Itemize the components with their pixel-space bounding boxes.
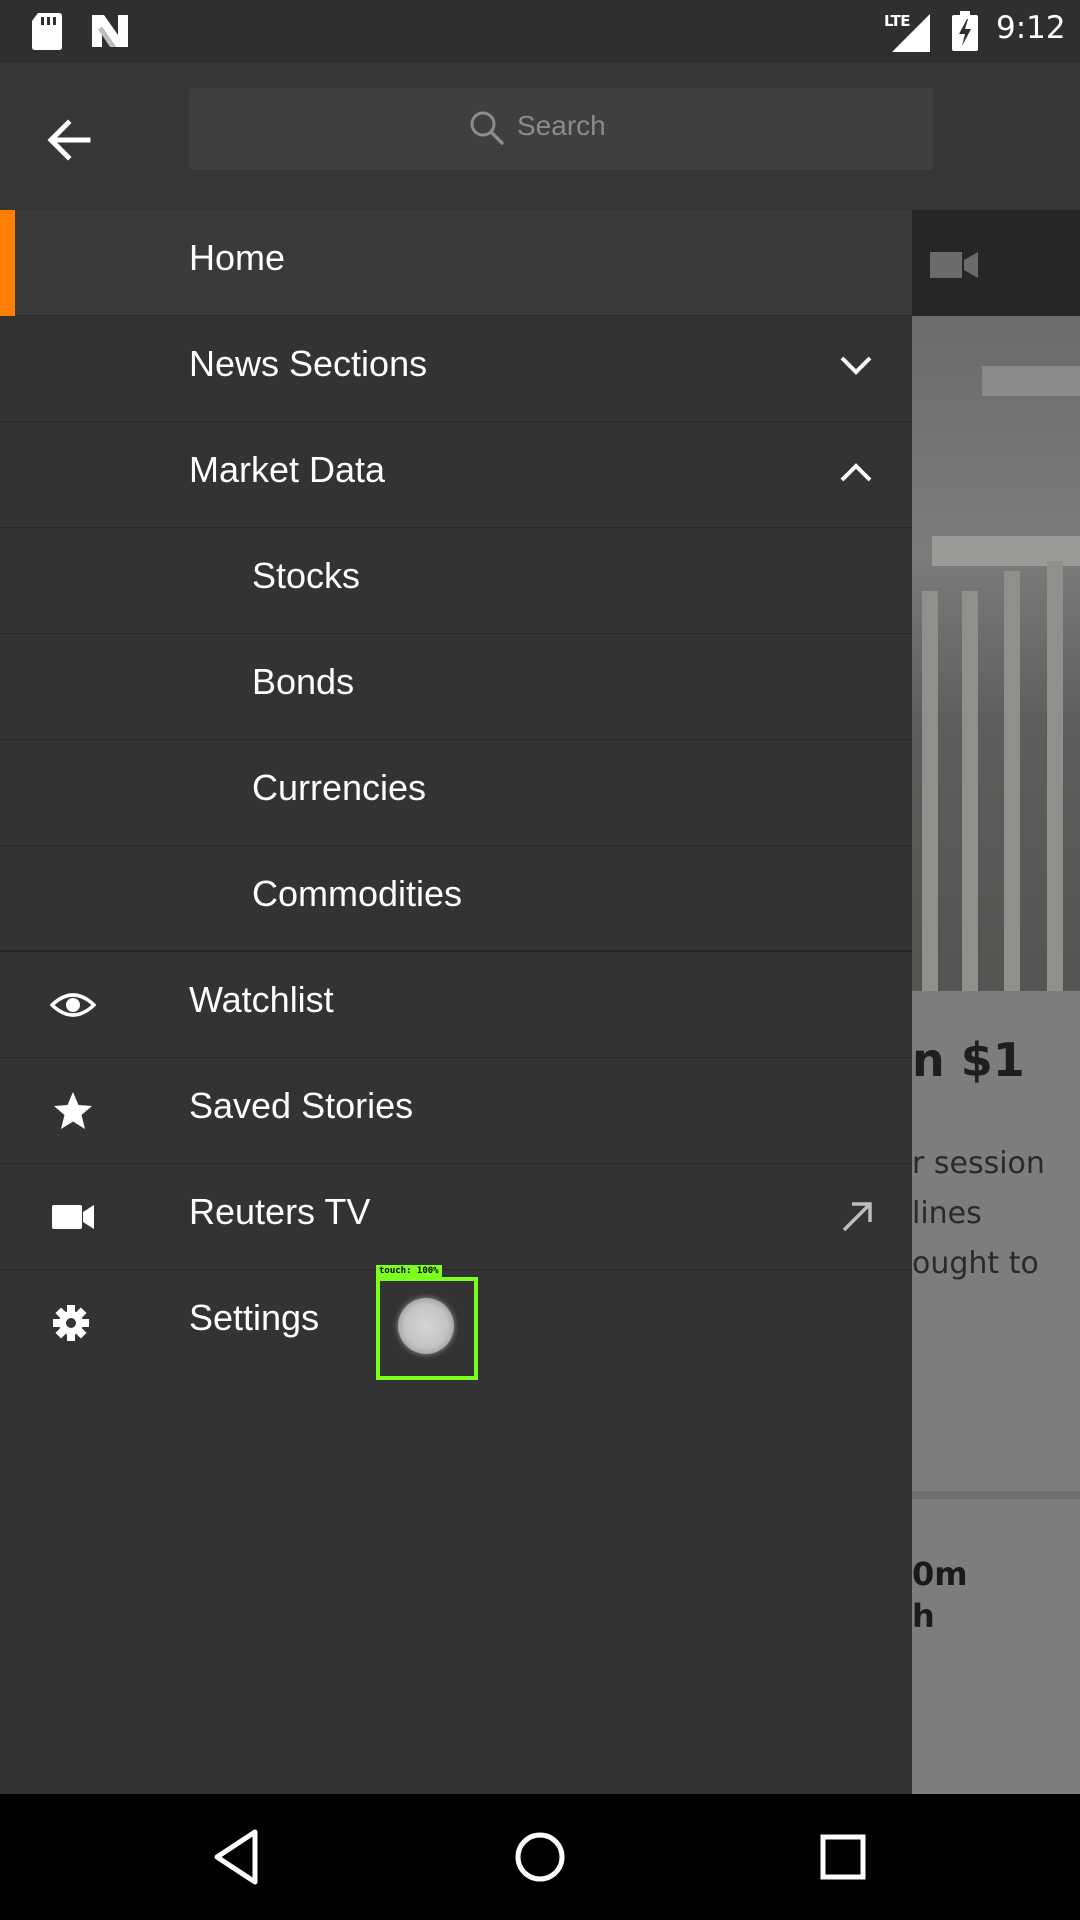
drawer-subitem-bonds[interactable]: Bonds (0, 634, 912, 740)
drawer-subitem-commodities[interactable]: Commodities (0, 846, 912, 952)
drawer-item-label: Home (189, 237, 286, 278)
drawer-item-label: Saved Stories (189, 1085, 414, 1126)
n-logo-icon (92, 15, 128, 47)
drawer-item-saved-stories[interactable]: Saved Stories (0, 1058, 912, 1164)
drawer-subitem-currencies[interactable]: Currencies (0, 740, 912, 846)
battery-charging-icon (952, 11, 978, 51)
drawer-item-market-data[interactable]: Market Data (0, 422, 912, 528)
system-navigation-bar (0, 1794, 1080, 1920)
drawer-item-label: Watchlist (189, 979, 334, 1020)
navigation-drawer: Home News Sections Market Data Stocks Bo… (0, 210, 912, 1794)
article-text-line: ought to (912, 1246, 1039, 1281)
drawer-item-label: Market Data (189, 449, 386, 490)
chevron-up-icon (840, 463, 872, 482)
signal-icon (892, 14, 930, 52)
drawer-item-label: Bonds (252, 661, 355, 702)
article-headline: h (912, 1597, 935, 1635)
drawer-item-label: News Sections (189, 343, 428, 384)
search-input[interactable]: Search (189, 88, 933, 170)
gear-icon (53, 1305, 89, 1341)
eye-icon (50, 993, 96, 1017)
sd-card-icon (32, 13, 62, 50)
video-camera-icon (52, 1205, 94, 1229)
drawer-item-reuters-tv[interactable]: Reuters TV (0, 1164, 912, 1270)
star-icon (54, 1092, 92, 1129)
drawer-item-label: Currencies (252, 767, 427, 808)
drawer-header: Search (0, 63, 1080, 210)
drawer-item-watchlist[interactable]: Watchlist (0, 952, 912, 1058)
chevron-down-icon (840, 356, 872, 375)
article-text-line: lines (912, 1196, 982, 1231)
nav-home-icon[interactable] (507, 1824, 573, 1890)
article-photo (912, 316, 1080, 991)
divider (912, 1491, 1080, 1499)
active-indicator (0, 210, 15, 316)
drawer-item-label: Commodities (252, 873, 463, 914)
drawer-item-label: Stocks (252, 555, 361, 596)
nav-back-icon[interactable] (203, 1824, 269, 1890)
search-icon (470, 111, 504, 145)
drawer-item-label: Settings (189, 1297, 320, 1338)
touch-point (398, 1298, 454, 1354)
status-bar: LTE 9:12 (0, 0, 1080, 63)
article-headline: 0m (912, 1555, 968, 1593)
article-text-line: r session (912, 1146, 1045, 1181)
video-camera-icon (930, 252, 978, 278)
drawer-item-news-sections[interactable]: News Sections (0, 316, 912, 422)
drawer-subitem-stocks[interactable]: Stocks (0, 528, 912, 634)
search-placeholder: Search (517, 110, 606, 141)
clock: 9:12 (996, 10, 1066, 46)
nav-recents-icon[interactable] (810, 1824, 876, 1890)
background-article-card: n $1 r session lines ought to (912, 991, 1080, 1491)
drawer-item-label: Reuters TV (189, 1191, 371, 1232)
article-headline: n $1 (912, 1033, 1025, 1087)
back-arrow-icon[interactable] (40, 109, 102, 171)
drawer-item-home[interactable]: Home (0, 210, 912, 316)
background-article-card-2: 0m h (912, 1499, 1080, 1794)
external-link-icon (842, 1202, 872, 1232)
